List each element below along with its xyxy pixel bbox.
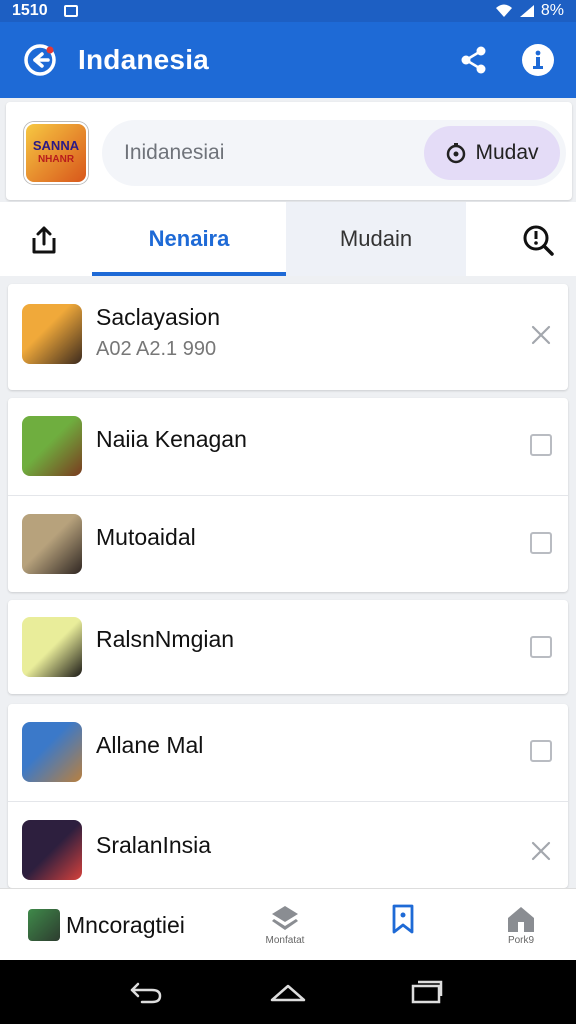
- back-nav-icon[interactable]: [128, 978, 164, 1006]
- mudav-button[interactable]: Mudav: [424, 126, 560, 180]
- item-name: Naiia Kenagan: [96, 426, 247, 452]
- tab-mudain-label: Mudain: [339, 226, 413, 251]
- list-item[interactable]: Mutoaidal: [8, 495, 568, 591]
- avatar: [28, 909, 60, 941]
- info-button[interactable]: [520, 42, 556, 78]
- list-item[interactable]: Naiia Kenagan: [8, 398, 568, 494]
- list-card: RalsnNmgian: [8, 600, 568, 694]
- app-bar: Indanesia: [0, 22, 576, 98]
- battery-level: 8%: [540, 2, 564, 19]
- nav-item-monfatat[interactable]: Monfatat: [250, 903, 320, 946]
- screen: 1510 8% Indanesia SANNA NHANR Inidanesia…: [0, 0, 576, 1024]
- notification-icon: [63, 5, 78, 17]
- avatar: [22, 722, 82, 782]
- avatar: [22, 617, 82, 677]
- wifi-icon: [495, 4, 512, 17]
- list-item[interactable]: Saclayasion A02 A2.1 990: [8, 284, 568, 390]
- signal-icon: [519, 5, 534, 17]
- list-card: Naiia Kenagan Mutoaidal: [8, 398, 568, 592]
- system-navigation: [0, 960, 576, 1024]
- list-item[interactable]: SralanInsia: [8, 801, 568, 888]
- app-logo[interactable]: SANNA NHANR: [24, 122, 88, 184]
- search-placeholder: Inidanesiai: [124, 141, 225, 164]
- share-button[interactable]: [456, 42, 492, 78]
- tab-bar: Nenaira Mudain: [0, 202, 576, 276]
- mudav-label: Mudav: [475, 141, 539, 164]
- share-icon: [461, 46, 486, 74]
- item-checkbox[interactable]: [530, 532, 552, 554]
- item-name: Saclayasion: [96, 304, 221, 330]
- tab-nenaira-label: Nenaira: [148, 226, 230, 251]
- status-bar: 1510 8%: [0, 0, 576, 22]
- search-field[interactable]: Inidanesiai Mudav: [102, 120, 566, 186]
- search-zoom-icon[interactable]: [520, 222, 556, 258]
- item-name: RalsnNmgian: [96, 626, 235, 652]
- list-item[interactable]: Allane Mal: [8, 704, 568, 800]
- recents-nav-icon[interactable]: [410, 978, 444, 1006]
- item-checkbox[interactable]: [530, 434, 552, 456]
- item-checkbox[interactable]: [530, 636, 552, 658]
- info-icon: [522, 44, 554, 76]
- page-title: Indanesia: [78, 44, 209, 75]
- close-icon[interactable]: [530, 324, 552, 346]
- app-logo-title: SANNA: [32, 138, 80, 153]
- item-name: Allane Mal: [96, 732, 204, 758]
- profile-label: Mncoragtiei: [66, 911, 185, 938]
- list-item[interactable]: RalsnNmgian: [8, 600, 568, 694]
- home-icon: [508, 907, 534, 932]
- nav-label-monfatat: Monfatat: [265, 935, 305, 946]
- close-icon[interactable]: [530, 840, 552, 862]
- nav-item-bookmark[interactable]: [368, 903, 438, 935]
- bottom-nav: Mncoragtiei Monfatat Pork9: [0, 888, 576, 960]
- export-icon[interactable]: [26, 222, 62, 258]
- app-logo-subtitle: NHANR: [37, 154, 75, 165]
- avatar: [22, 514, 82, 574]
- nav-label-home: Pork9: [507, 935, 535, 946]
- tab-mudain[interactable]: Mudain: [286, 202, 466, 276]
- avatar: [22, 416, 82, 476]
- item-subtitle: A02 A2.1 990: [96, 338, 217, 360]
- item-name: Mutoaidal: [96, 524, 196, 550]
- layers-icon: [272, 906, 298, 930]
- avatar: [22, 820, 82, 880]
- timer-icon: [447, 143, 466, 164]
- tab-nenaira[interactable]: Nenaira: [92, 202, 286, 276]
- search-card: SANNA NHANR Inidanesiai Mudav: [6, 102, 572, 200]
- list-card: Saclayasion A02 A2.1 990: [8, 284, 568, 390]
- profile-button[interactable]: Mncoragtiei: [28, 909, 185, 941]
- item-name: SralanInsia: [96, 832, 212, 858]
- status-clock: 1510: [12, 2, 48, 19]
- item-checkbox[interactable]: [530, 740, 552, 762]
- bookmark-icon: [392, 904, 414, 934]
- back-icon[interactable]: [22, 42, 58, 78]
- home-nav-icon[interactable]: [268, 978, 308, 1006]
- list-card: Allane Mal SralanInsia: [8, 704, 568, 888]
- nav-item-home[interactable]: Pork9: [486, 903, 556, 946]
- avatar: [22, 304, 82, 364]
